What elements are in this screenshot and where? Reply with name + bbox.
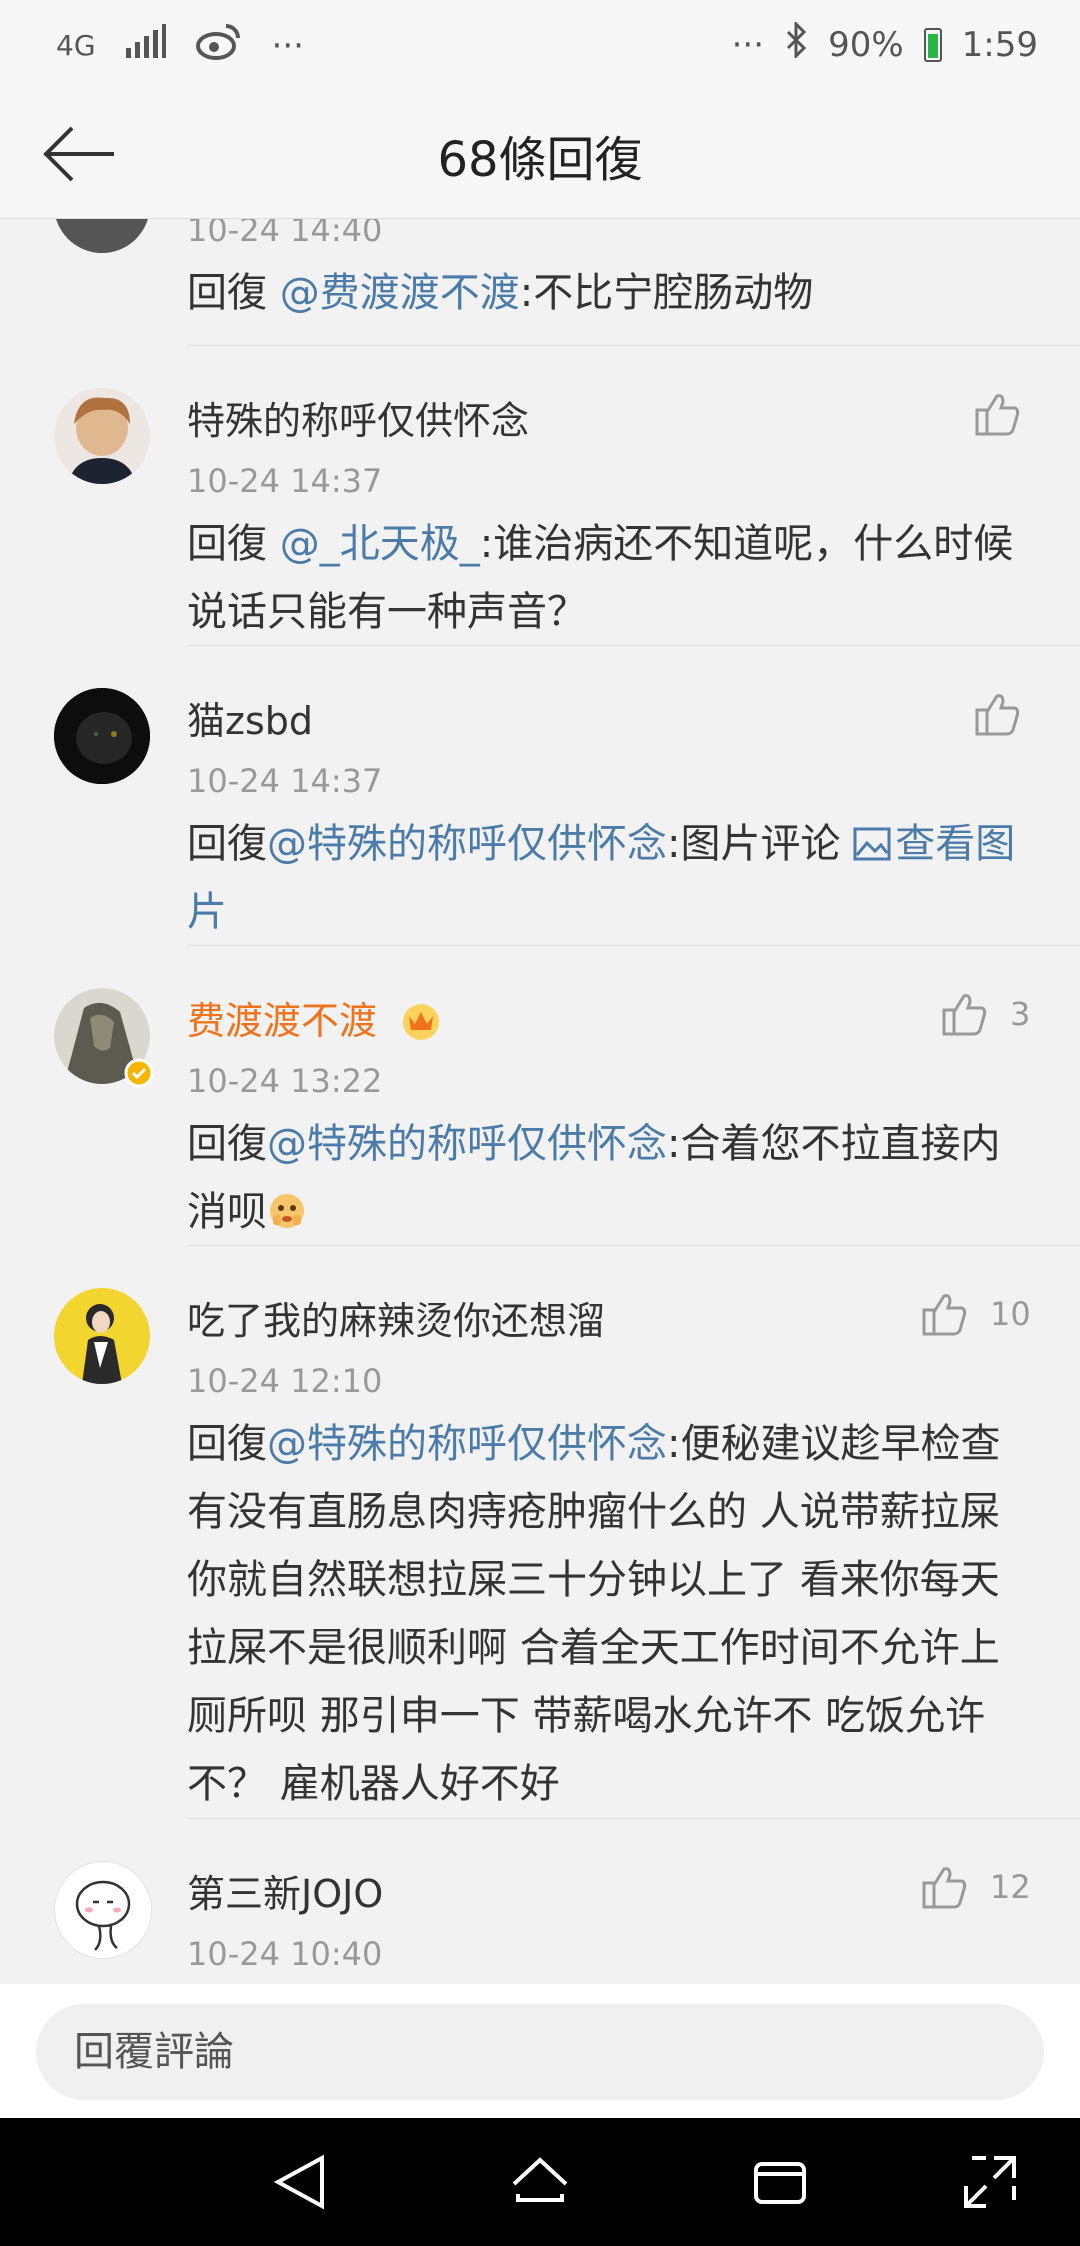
mention-link[interactable]: @费渡渡不渡 <box>280 270 520 316</box>
nav-back-icon[interactable] <box>268 2150 332 2214</box>
commenter-name[interactable]: 费渡渡不渡 <box>187 990 443 1045</box>
status-right: ··· 90% 1:59 <box>731 20 1038 67</box>
avatar[interactable] <box>54 219 150 253</box>
like-button[interactable] <box>975 392 1021 436</box>
divider <box>187 1245 1080 1246</box>
comment-body: 回復@特殊的称呼仅供怀念:合着您不拉直接内消呗 <box>187 1110 1017 1246</box>
mention-link[interactable]: @_北天极_ <box>280 521 480 567</box>
comment-list[interactable]: 10-24 14:40 回復 @费渡渡不渡:不比宁腔肠动物 特殊的称呼仅供怀念 … <box>0 219 1080 1984</box>
reply-prefix: 回復 <box>187 821 267 867</box>
comment-time: 10-24 14:40 <box>187 219 383 249</box>
emoji-icon <box>270 1194 304 1228</box>
thumbs-up-icon <box>922 1867 967 1909</box>
mention-link[interactable]: @特殊的称呼仅供怀念 <box>267 1421 667 1467</box>
divider <box>187 645 1080 646</box>
image-icon <box>853 827 891 861</box>
nav-home-icon[interactable] <box>508 2150 572 2214</box>
thumbs-up-icon <box>975 394 1020 436</box>
divider <box>187 345 1080 346</box>
header: 68條回復 <box>0 90 1080 219</box>
status-left: 4G ··· <box>56 22 304 69</box>
signal-icon <box>125 24 166 67</box>
comment-text: :图片评论 <box>667 821 854 867</box>
status-bar: 4G ··· ··· 90% 1:59 <box>0 0 1080 90</box>
like-button[interactable] <box>975 692 1021 736</box>
avatar[interactable] <box>54 1861 152 1959</box>
thumbs-up-icon <box>942 994 987 1036</box>
crown-badge-icon <box>403 1004 440 1040</box>
commenter-name[interactable]: 吃了我的麻辣烫你还想溜 <box>187 1290 605 1345</box>
status-dots-right: ··· <box>731 24 765 65</box>
nav-recents-icon[interactable] <box>748 2150 812 2214</box>
verified-icon <box>124 1058 154 1088</box>
bluetooth-icon <box>784 20 808 67</box>
thumbs-up-icon <box>922 1294 967 1336</box>
comment-time: 10-24 14:37 <box>187 762 383 800</box>
nav-expand-icon[interactable] <box>958 2150 1022 2214</box>
thumbs-up-icon <box>975 694 1020 736</box>
like-count: 3 <box>1010 995 1031 1033</box>
battery-icon <box>923 27 942 62</box>
status-dots-left: ··· <box>271 25 304 66</box>
like-button[interactable]: 12 <box>922 1865 1031 1909</box>
comment-text: :便秘建议趁早检查有没有直肠息肉痔疮肿瘤什么的 人说带薪拉屎你就自然联想拉屎三十… <box>187 1421 1001 1807</box>
reply-prefix: 回復 <box>187 1121 267 1167</box>
comment-time: 10-24 12:10 <box>187 1362 383 1400</box>
like-button[interactable]: 10 <box>922 1292 1031 1336</box>
battery-level: 90% <box>828 24 904 65</box>
commenter-name[interactable]: 第三新JOJO <box>187 1863 383 1918</box>
like-button[interactable]: 3 <box>942 992 1030 1036</box>
mention-link[interactable]: @特殊的称呼仅供怀念 <box>267 1121 667 1167</box>
commenter-name-text: 费渡渡不渡 <box>187 999 378 1043</box>
comment-body: 回復 @费渡渡不渡:不比宁腔肠动物 <box>187 259 1017 327</box>
comment-time: 10-24 10:40 <box>187 1935 383 1973</box>
page-title: 68條回復 <box>437 132 643 188</box>
comment-time: 10-24 13:22 <box>187 1062 383 1100</box>
avatar[interactable] <box>54 688 150 784</box>
comment-body: 回復 @_北天极_:谁治病还不知道呢，什么时候说话只能有一种声音？ <box>187 510 1017 646</box>
like-count: 10 <box>990 1295 1031 1333</box>
avatar[interactable] <box>54 388 150 484</box>
navigation-bar <box>0 2118 1080 2246</box>
comment-text: :不比宁腔肠动物 <box>519 270 814 316</box>
like-count: 12 <box>990 1868 1031 1906</box>
divider <box>187 945 1080 946</box>
clock: 1:59 <box>961 24 1038 65</box>
reply-prefix: 回復 <box>187 521 280 567</box>
avatar[interactable] <box>54 988 154 1088</box>
weibo-icon <box>195 22 242 69</box>
network-type: 4G <box>56 29 96 62</box>
reply-prefix: 回復 <box>187 270 280 316</box>
avatar[interactable] <box>54 1288 150 1384</box>
comment-body: 回復@特殊的称呼仅供怀念:便秘建议趁早检查有没有直肠息肉痔疮肿瘤什么的 人说带薪… <box>187 1410 1017 1818</box>
mention-link[interactable]: @特殊的称呼仅供怀念 <box>267 821 667 867</box>
reply-input[interactable]: 回覆評論 <box>36 2004 1044 2100</box>
reply-prefix: 回復 <box>187 1421 267 1467</box>
divider <box>187 1818 1080 1819</box>
reply-bar: 回覆評論 <box>0 1984 1080 2118</box>
commenter-name[interactable]: 猫zsbd <box>187 690 313 745</box>
comment-body: 回復@特殊的称呼仅供怀念:图片评论 查看图片 <box>187 810 1017 946</box>
comment-time: 10-24 14:37 <box>187 462 383 500</box>
commenter-name[interactable]: 特殊的称呼仅供怀念 <box>187 390 529 445</box>
